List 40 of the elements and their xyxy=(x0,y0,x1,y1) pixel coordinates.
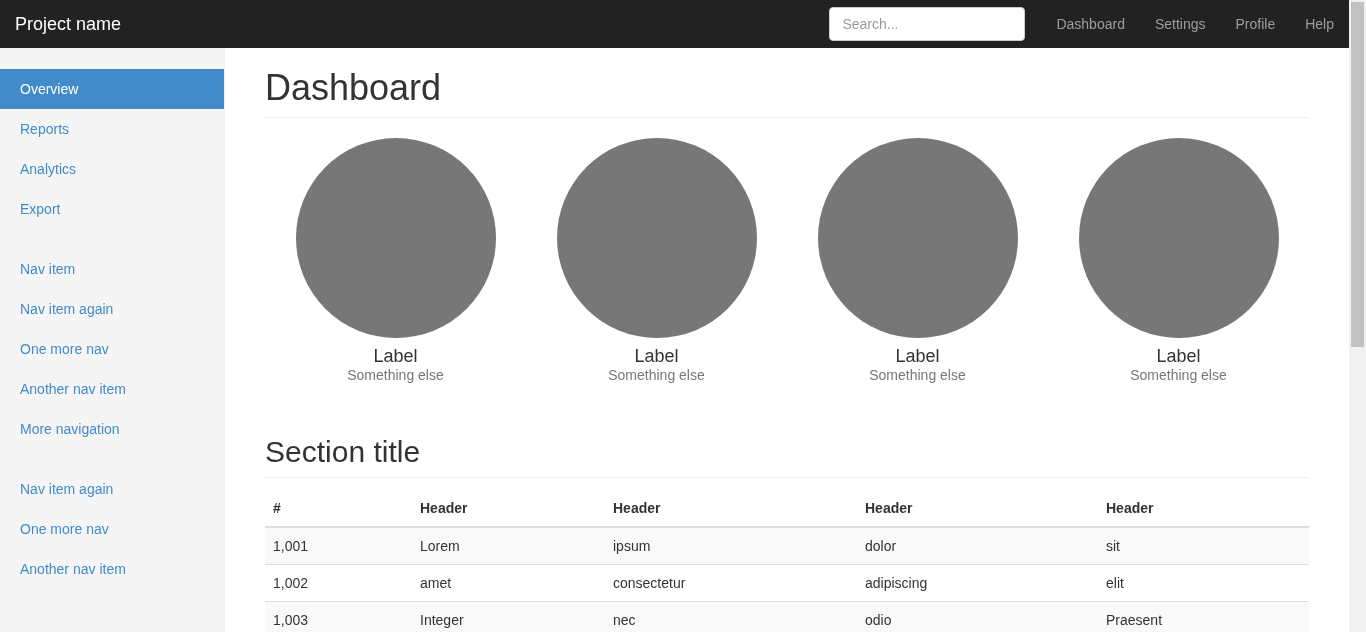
table-cell: nec xyxy=(605,601,857,632)
sidebar-item[interactable]: One more nav xyxy=(0,329,224,369)
placeholder-label: Label xyxy=(373,346,418,367)
sidebar-item[interactable]: More navigation xyxy=(0,409,224,449)
table-cell: ipsum xyxy=(605,527,857,565)
placeholder-label: Label xyxy=(895,346,940,367)
table-cell: 1,003 xyxy=(265,601,412,632)
brand-link[interactable]: Project name xyxy=(0,13,137,35)
sidebar-item[interactable]: Nav item xyxy=(0,249,224,289)
table-cell: sit xyxy=(1098,527,1309,565)
sidebar-item[interactable]: One more nav xyxy=(0,509,224,549)
nav-link[interactable]: Settings xyxy=(1139,16,1221,32)
placeholder-label: Label xyxy=(1156,346,1201,367)
nav-link[interactable]: Help xyxy=(1290,16,1349,32)
sidebar-item[interactable]: Another nav item xyxy=(0,369,224,409)
page-title: Dashboard xyxy=(265,68,1309,118)
sidebar-item[interactable]: Export xyxy=(0,189,224,229)
nav-link[interactable]: Profile xyxy=(1220,16,1291,32)
scrollbar[interactable] xyxy=(1349,0,1366,632)
table-cell: Praesent xyxy=(1098,601,1309,632)
search-field[interactable]: Search... xyxy=(829,7,1026,41)
table-cell: dolor xyxy=(857,527,1098,565)
table-cell: 1,001 xyxy=(265,527,412,565)
sidebar-item[interactable]: Nav item again xyxy=(0,469,224,509)
nav-link[interactable]: Dashboard xyxy=(1041,16,1140,32)
table-cell: odio xyxy=(857,601,1098,632)
sidebar-item[interactable]: Another nav item xyxy=(0,549,224,589)
sidebar-item[interactable]: Overview xyxy=(0,69,224,109)
scrollbar-thumb[interactable] xyxy=(1351,2,1364,347)
sidebar-item[interactable]: Reports xyxy=(0,109,224,149)
section-title: Section title xyxy=(265,435,1309,479)
placeholder-sublabel: Something else xyxy=(347,367,444,384)
table-cell: Lorem xyxy=(412,527,605,565)
placeholder-sublabel: Something else xyxy=(869,367,966,384)
placeholder-label: Label xyxy=(634,346,679,367)
sidebar-item[interactable]: Nav item again xyxy=(0,289,224,329)
placeholder-sublabel: Something else xyxy=(608,367,705,384)
sidebar-item[interactable]: Analytics xyxy=(0,149,224,189)
table-cell: Integer xyxy=(412,601,605,632)
placeholder-sublabel: Something else xyxy=(1130,367,1227,384)
